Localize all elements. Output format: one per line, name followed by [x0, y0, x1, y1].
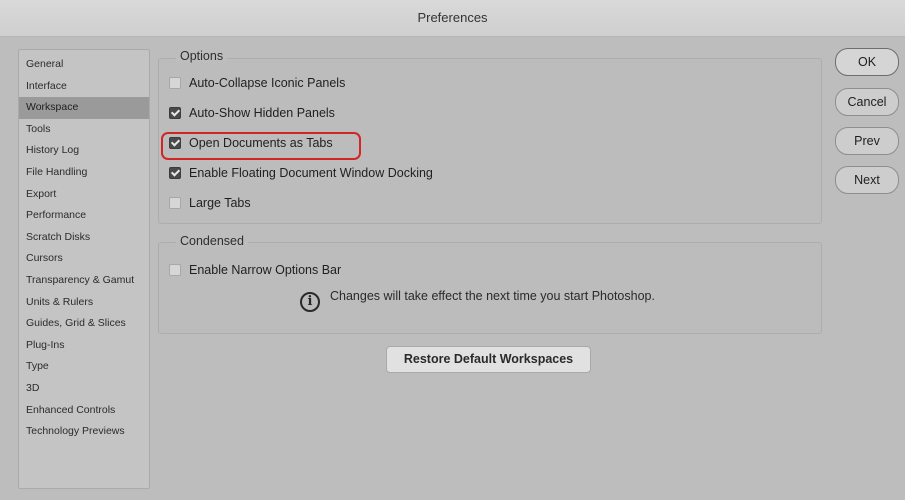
- restart-notice-text: Changes will take effect the next time y…: [330, 289, 655, 303]
- floating-docking-checkbox[interactable]: [169, 167, 181, 179]
- preferences-sidebar: General Interface Workspace Tools Histor…: [18, 49, 150, 489]
- sidebar-item-enhanced-controls[interactable]: Enhanced Controls: [19, 400, 149, 422]
- sidebar-item-guides-grid-slices[interactable]: Guides, Grid & Slices: [19, 313, 149, 335]
- sidebar-item-performance[interactable]: Performance: [19, 205, 149, 227]
- restore-default-workspaces-button[interactable]: Restore Default Workspaces: [386, 346, 591, 373]
- sidebar-item-general[interactable]: General: [19, 54, 149, 76]
- option-large-tabs[interactable]: Large Tabs: [169, 196, 251, 210]
- window-title-bar: Preferences: [0, 0, 905, 37]
- sidebar-item-3d[interactable]: 3D: [19, 378, 149, 400]
- option-auto-collapse[interactable]: Auto-Collapse Iconic Panels: [169, 76, 345, 90]
- ok-button[interactable]: OK: [835, 48, 899, 76]
- auto-collapse-checkbox[interactable]: [169, 77, 181, 89]
- condensed-group: Enable Narrow Options Bar i Changes will…: [158, 242, 822, 334]
- option-floating-docking[interactable]: Enable Floating Document Window Docking: [169, 166, 433, 180]
- narrow-options-bar-label: Enable Narrow Options Bar: [189, 263, 342, 277]
- sidebar-item-cursors[interactable]: Cursors: [19, 248, 149, 270]
- sidebar-item-workspace[interactable]: Workspace: [19, 97, 149, 119]
- restart-notice: i Changes will take effect the next time…: [300, 289, 655, 312]
- floating-docking-label: Enable Floating Document Window Docking: [189, 166, 433, 180]
- sidebar-item-type[interactable]: Type: [19, 356, 149, 378]
- prev-button[interactable]: Prev: [835, 127, 899, 155]
- sidebar-item-scratch-disks[interactable]: Scratch Disks: [19, 227, 149, 249]
- highlight-annotation: [161, 132, 361, 160]
- sidebar-item-technology-previews[interactable]: Technology Previews: [19, 421, 149, 443]
- option-auto-show[interactable]: Auto-Show Hidden Panels: [169, 106, 335, 120]
- sidebar-item-plug-ins[interactable]: Plug-Ins: [19, 335, 149, 357]
- info-icon: i: [300, 292, 320, 312]
- large-tabs-label: Large Tabs: [189, 196, 251, 210]
- sidebar-item-transparency-gamut[interactable]: Transparency & Gamut: [19, 270, 149, 292]
- auto-show-checkbox[interactable]: [169, 107, 181, 119]
- option-narrow-options-bar[interactable]: Enable Narrow Options Bar: [169, 263, 341, 277]
- large-tabs-checkbox[interactable]: [169, 197, 181, 209]
- auto-collapse-label: Auto-Collapse Iconic Panels: [189, 76, 346, 90]
- next-button[interactable]: Next: [835, 166, 899, 194]
- sidebar-item-tools[interactable]: Tools: [19, 119, 149, 141]
- sidebar-item-interface[interactable]: Interface: [19, 76, 149, 98]
- options-group-title: Options: [176, 49, 228, 63]
- narrow-options-bar-checkbox[interactable]: [169, 264, 181, 276]
- auto-show-label: Auto-Show Hidden Panels: [189, 106, 335, 120]
- window-title: Preferences: [417, 10, 488, 25]
- condensed-group-title: Condensed: [176, 234, 248, 248]
- sidebar-item-units-rulers[interactable]: Units & Rulers: [19, 292, 149, 314]
- preferences-body: General Interface Workspace Tools Histor…: [0, 37, 905, 500]
- sidebar-item-history-log[interactable]: History Log: [19, 140, 149, 162]
- sidebar-item-export[interactable]: Export: [19, 184, 149, 206]
- cancel-button[interactable]: Cancel: [835, 88, 899, 116]
- sidebar-item-file-handling[interactable]: File Handling: [19, 162, 149, 184]
